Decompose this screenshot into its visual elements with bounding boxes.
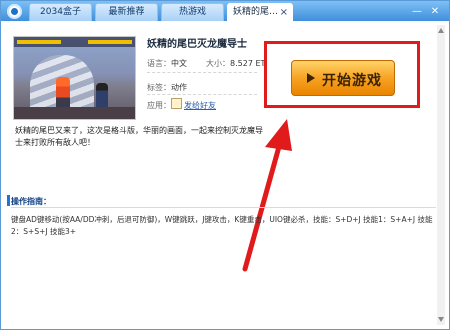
tab-hot-games[interactable]: 热游戏 — [161, 3, 224, 21]
size-row: 大小：8.527 ET — [206, 58, 265, 69]
guide-title: 操作指南： — [11, 197, 51, 206]
size-value: 8.527 ET — [230, 59, 266, 68]
tab-label: 妖精的尾… — [233, 7, 279, 17]
section-marker — [7, 195, 10, 206]
app-logo-icon — [7, 4, 22, 19]
divider — [147, 72, 257, 73]
tags-value: 动作 — [171, 83, 187, 92]
apps-row: 应用： 发给好友 — [147, 98, 216, 111]
apps-key: 应用： — [147, 101, 171, 110]
tab-latest-recommend[interactable]: 最新推荐 — [95, 3, 158, 21]
app-window: 2034盒子 最新推荐 热游戏 妖精的尾… × — ✕ 妖精的尾巴灭龙魔导士 语… — [0, 0, 450, 330]
annotation-highlight-box — [264, 41, 420, 108]
divider — [147, 94, 257, 95]
player2-health-bar — [88, 40, 132, 44]
tab-label: 最新推荐 — [108, 7, 145, 17]
game-screenshot — [13, 36, 136, 120]
tags-row: 标签：动作 — [147, 82, 187, 93]
minimize-icon[interactable]: — — [411, 6, 423, 18]
tab-label: 2034盒子 — [40, 7, 81, 17]
tab-close-icon[interactable]: × — [280, 4, 288, 21]
fighter-left — [56, 77, 70, 111]
tags-key: 标签： — [147, 83, 171, 92]
player1-health-bar — [17, 40, 61, 44]
section-divider — [11, 207, 436, 208]
share-link[interactable]: 发给好友 — [184, 101, 216, 110]
tab-fairy-tail[interactable]: 妖精的尾… × — [227, 3, 293, 22]
size-key: 大小： — [206, 59, 230, 68]
language-value: 中文 — [171, 59, 187, 68]
stage-floor — [14, 107, 135, 119]
close-icon[interactable]: ✕ — [429, 6, 441, 18]
language-row: 语言：中文 — [147, 58, 187, 69]
tab-label: 热游戏 — [178, 7, 206, 17]
share-icon — [171, 98, 182, 109]
tab-2034-box[interactable]: 2034盒子 — [29, 3, 92, 21]
title-bar: 2034盒子 最新推荐 热游戏 妖精的尾… × — ✕ — [1, 1, 449, 22]
health-bars — [14, 37, 135, 47]
scrollbar[interactable] — [437, 25, 445, 325]
game-title: 妖精的尾巴灭龙魔导士 — [147, 39, 247, 50]
game-description: 妖精的尾巴又来了，这次是格斗版，华丽的画面，一起来控制灭龙魔导士来打败所有敌人吧… — [15, 126, 263, 147]
language-key: 语言： — [147, 59, 171, 68]
guide-text: 键盘AD键移动(按AA/DD冲刺，后退可防御)，W键跳跃，J键攻击，K键重击，U… — [11, 215, 433, 236]
